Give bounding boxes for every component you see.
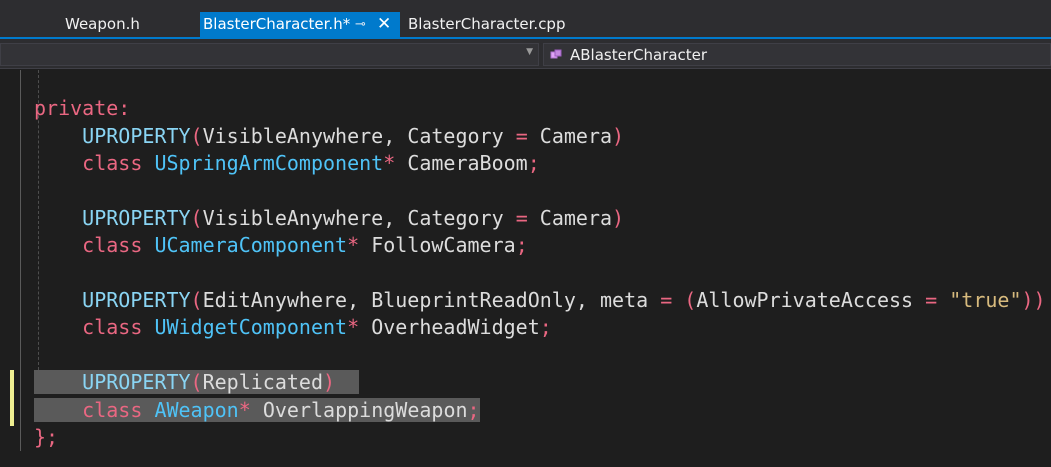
code-line-uproperty-camera-boom: UPROPERTY(VisibleAnywhere, Category = Ca…	[82, 124, 625, 148]
keyword: class	[82, 315, 143, 339]
keyword: class	[82, 398, 143, 422]
pin-icon[interactable]: ⊸	[355, 12, 366, 37]
category-value: Camera	[539, 206, 613, 230]
type-name: AWeapon	[154, 398, 239, 422]
type-name: UCameraComponent	[154, 233, 348, 257]
navigation-bar: ▼ ABlasterCharacter	[0, 39, 1051, 69]
identifier: FollowCamera	[371, 233, 516, 257]
string-literal: "true"	[949, 288, 1022, 312]
tab-label: Weapon.h	[65, 15, 140, 33]
type-name: USpringArmComponent	[154, 151, 384, 175]
type-name: UWidgetComponent	[154, 315, 348, 339]
selection-highlight: class AWeapon* OverlappingWeapon;	[34, 398, 480, 422]
specifier: EditAnywhere	[202, 288, 348, 312]
code-editor[interactable]: private: UPROPERTY(VisibleAnywhere, Cate…	[0, 70, 1051, 467]
specifier: Replicated	[202, 370, 324, 394]
unsaved-change-marker	[10, 370, 14, 426]
close-icon[interactable]: ✕	[377, 12, 391, 37]
macro: UPROPERTY	[82, 206, 191, 230]
category-value: Camera	[539, 124, 613, 148]
specifier: meta	[599, 288, 649, 312]
tab-weapon-h[interactable]: Weapon.h	[62, 12, 182, 37]
outlining-margin	[20, 70, 21, 451]
members-dropdown[interactable]: ▼	[0, 43, 539, 66]
specifier: Category	[407, 206, 504, 230]
code-line-closing-brace: };	[34, 424, 58, 451]
tab-label: BlasterCharacter.h*	[203, 15, 351, 33]
keyword: class	[82, 233, 143, 257]
tab-blastercharacter-cpp[interactable]: BlasterCharacter.cpp	[405, 12, 575, 37]
specifier: AllowPrivateAccess	[696, 288, 914, 312]
punctuation: };	[34, 425, 59, 449]
code-line-camera-boom: class USpringArmComponent* CameraBoom;	[82, 151, 540, 175]
code-line-uproperty-overhead-widget: UPROPERTY(EditAnywhere, BlueprintReadOnl…	[82, 288, 1046, 312]
scope-dropdown[interactable]: ABlasterCharacter	[543, 43, 1051, 66]
tab-blastercharacter-h[interactable]: BlasterCharacter.h* ⊸ ✕	[200, 12, 400, 37]
class-icon	[550, 49, 562, 59]
scope-label: ABlasterCharacter	[570, 46, 708, 64]
specifier: BlueprintReadOnly	[371, 288, 576, 312]
keyword: class	[82, 151, 143, 175]
code-line-uproperty-replicated: UPROPERTY(Replicated)	[34, 369, 360, 396]
code-line-uproperty-follow-camera: UPROPERTY(VisibleAnywhere, Category = Ca…	[82, 206, 625, 230]
document-tab-bar: Weapon.h BlasterCharacter.h* ⊸ ✕ Blaster…	[0, 0, 1051, 37]
macro: UPROPERTY	[82, 124, 191, 148]
tab-label: BlasterCharacter.cpp	[408, 15, 566, 33]
code-line-overhead-widget: class UWidgetComponent* OverheadWidget;	[82, 315, 552, 339]
identifier: CameraBoom	[407, 151, 528, 175]
keyword: private	[34, 96, 119, 120]
identifier: OverlappingWeapon	[262, 398, 468, 422]
specifier: VisibleAnywhere	[202, 124, 384, 148]
macro: UPROPERTY	[82, 370, 191, 394]
punctuation: :	[118, 96, 131, 120]
identifier: OverheadWidget	[371, 315, 540, 339]
code-line-private: private:	[34, 95, 130, 122]
selection-highlight: UPROPERTY(Replicated)	[34, 370, 360, 394]
chevron-down-icon[interactable]: ▼	[526, 47, 533, 57]
specifier: Category	[407, 124, 504, 148]
specifier: VisibleAnywhere	[202, 206, 384, 230]
macro: UPROPERTY	[82, 288, 191, 312]
code-line-overlapping-weapon: class AWeapon* OverlappingWeapon;	[34, 397, 480, 424]
code-line-follow-camera: class UCameraComponent* FollowCamera;	[82, 233, 528, 257]
